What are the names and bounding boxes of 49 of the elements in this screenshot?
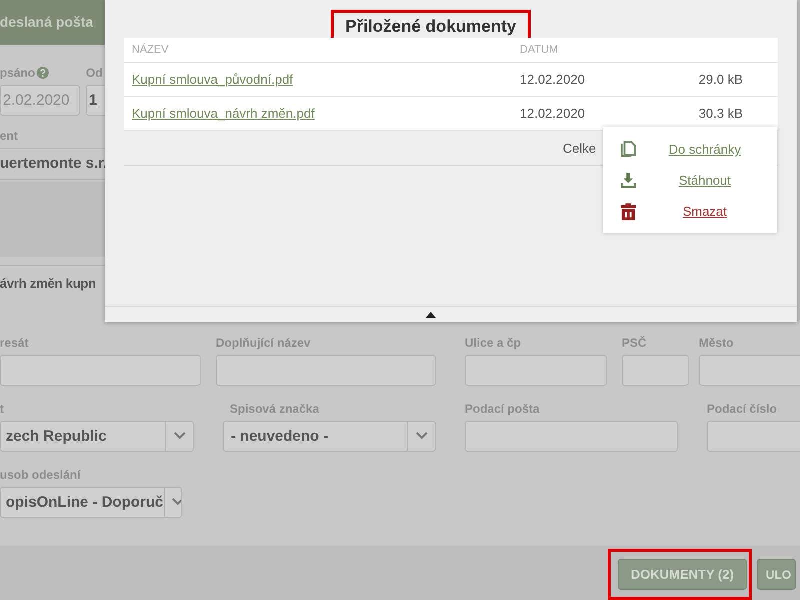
field-label: Spisová značka xyxy=(229,400,320,417)
download-icon xyxy=(620,172,636,189)
field-label: Doplňující název xyxy=(216,334,312,351)
select-field[interactable]: zech Republic xyxy=(0,420,194,452)
field-label: Ulice a čp xyxy=(465,334,522,351)
chevron-down-icon xyxy=(172,498,181,506)
text-area[interactable] xyxy=(0,182,105,257)
column-header: NÁZEV xyxy=(132,44,169,56)
chevron-down-icon xyxy=(416,432,428,440)
total-text: Celke xyxy=(563,140,596,156)
column-header: DATUM xyxy=(520,44,558,56)
file-link[interactable]: Kupní smlouva_původní.pdf xyxy=(132,72,294,87)
field-label: Podací číslo xyxy=(707,400,778,417)
field-label: t xyxy=(0,400,5,417)
file-link[interactable]: Kupní smlouva_návrh změn.pdf xyxy=(132,106,315,121)
date-cell: 12.02.2020 xyxy=(520,72,586,87)
input-field[interactable] xyxy=(216,354,436,386)
size-cell: 29.0 kB xyxy=(698,72,743,87)
copy-icon xyxy=(620,141,636,158)
select-field[interactable]: opisOnLine - Doporuč xyxy=(0,486,182,518)
select-field[interactable]: - neuvedeno - xyxy=(223,420,436,452)
field-label: resát xyxy=(0,334,30,351)
field-label: PSČ xyxy=(622,334,648,351)
field-label: Město xyxy=(699,334,735,351)
help-icon[interactable] xyxy=(37,66,50,79)
input-field[interactable]: 1 xyxy=(86,84,105,116)
documents-button[interactable]: DOKUMENTY (2) xyxy=(618,559,748,590)
menu-item[interactable]: Do schránky xyxy=(653,142,777,157)
field-label: usob odeslání xyxy=(0,466,82,483)
chevron-down-icon xyxy=(174,432,186,440)
field-label: psáno xyxy=(0,64,36,81)
field-label: Od xyxy=(86,64,103,81)
documents-button[interactable]: ULO xyxy=(757,559,796,590)
collapse-caret-icon[interactable] xyxy=(426,312,436,318)
menu-item[interactable]: Stáhnout xyxy=(653,173,777,188)
dialog-title: Přiložené dokumenty xyxy=(346,17,516,37)
menu-item[interactable]: Smazat xyxy=(653,204,777,219)
size-cell: 30.3 kB xyxy=(698,106,743,121)
input-field[interactable] xyxy=(0,354,201,386)
input-field[interactable] xyxy=(622,354,689,386)
page-title: deslaná pošta xyxy=(0,14,94,30)
input-field[interactable] xyxy=(699,354,800,386)
input-field[interactable] xyxy=(465,420,678,452)
field-label: Podací pošta xyxy=(465,400,541,417)
trash-icon xyxy=(620,202,636,220)
input-field[interactable] xyxy=(707,420,800,452)
date-cell: 12.02.2020 xyxy=(520,106,586,121)
field-label: ent xyxy=(0,128,18,144)
input-field[interactable] xyxy=(465,354,607,386)
